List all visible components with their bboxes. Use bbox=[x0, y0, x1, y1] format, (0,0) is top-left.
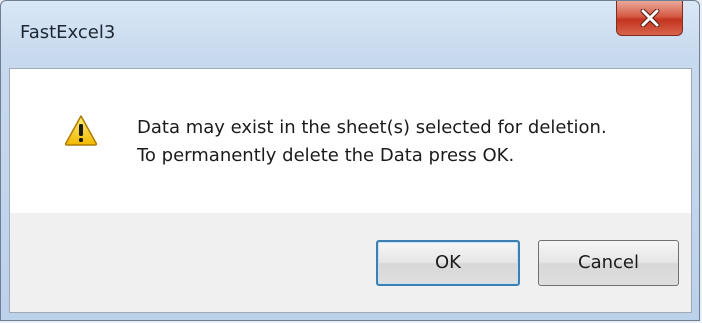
message-area: Data may exist in the sheet(s) selected … bbox=[10, 69, 691, 213]
cancel-button[interactable]: Cancel bbox=[538, 240, 679, 286]
message-line-1: Data may exist in the sheet(s) selected … bbox=[137, 117, 607, 138]
dialog-body: Data may exist in the sheet(s) selected … bbox=[9, 68, 692, 313]
ok-button[interactable]: OK bbox=[376, 240, 520, 286]
dialog-window: FastExcel3 Data may exist in the sheet(s… bbox=[0, 0, 700, 321]
close-icon bbox=[640, 9, 660, 27]
warning-icon bbox=[64, 114, 98, 150]
window-title: FastExcel3 bbox=[20, 22, 116, 43]
message-text: Data may exist in the sheet(s) selected … bbox=[137, 114, 607, 170]
message-line-2: To permanently delete the Data press OK. bbox=[137, 145, 515, 166]
close-button[interactable] bbox=[616, 1, 683, 36]
title-bar[interactable]: FastExcel3 bbox=[1, 1, 699, 67]
